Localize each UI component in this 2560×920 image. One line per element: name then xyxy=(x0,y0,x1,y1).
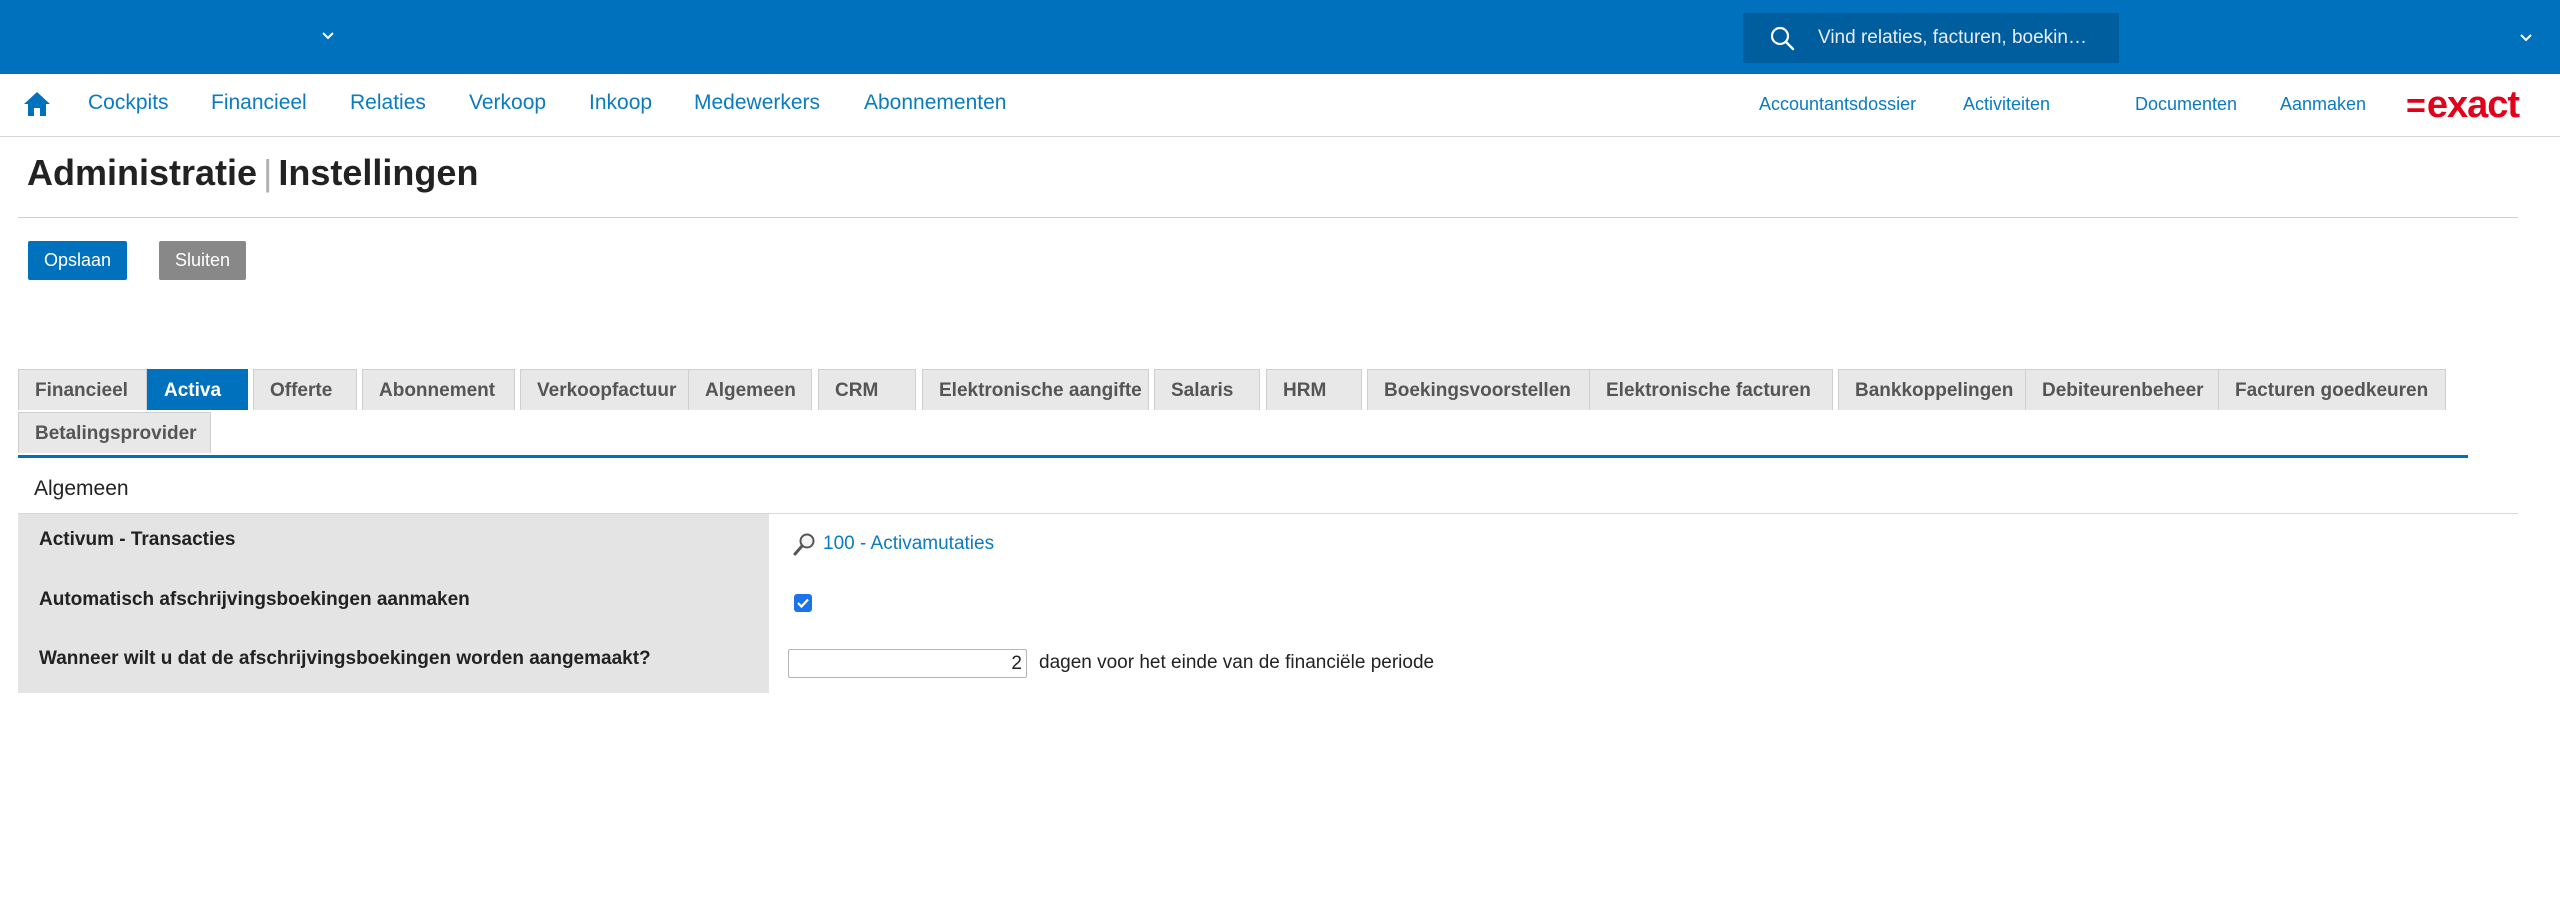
main-menu-bar: Cockpits Financieel Relaties Verkoop Ink… xyxy=(0,74,2560,137)
tab-salaris[interactable]: Salaris xyxy=(1154,369,1260,410)
save-button[interactable]: Opslaan xyxy=(28,241,128,280)
tab-elektronische-facturen[interactable]: Elektronische facturen xyxy=(1589,369,1833,410)
journal-label: Activum - Transacties xyxy=(39,529,236,550)
tab-verkoopfactuur[interactable]: Verkoopfactuur xyxy=(520,369,703,410)
days-suffix: dagen voor het einde van de financiële p… xyxy=(1039,652,1435,673)
menu-item-aanmaken[interactable]: Aanmaken xyxy=(2280,94,2366,115)
menu-item-verkoop[interactable]: Verkoop xyxy=(469,91,546,115)
tab-betalingsprovider[interactable]: Betalingsprovider xyxy=(18,412,211,453)
tab-debiteurenbeheer[interactable]: Debiteurenbeheer xyxy=(2025,369,2230,410)
tab-facturen-goedkeuren[interactable]: Facturen goedkeuren xyxy=(2218,369,2446,410)
section-title: Algemeen xyxy=(34,477,129,500)
menu-item-cockpits[interactable]: Cockpits xyxy=(88,91,169,115)
page-title: Administratie | Instellingen xyxy=(27,152,478,194)
title-separator: | xyxy=(263,152,273,193)
menu-item-accountantsdossier[interactable]: Accountantsdossier xyxy=(1759,94,1916,115)
chevron-down-icon[interactable] xyxy=(2516,28,2536,48)
menu-item-documenten[interactable]: Documenten xyxy=(2135,94,2237,115)
tab-activa[interactable]: Activa xyxy=(147,369,248,410)
menu-item-medewerkers[interactable]: Medewerkers xyxy=(694,91,820,115)
tab-boekingsvoorstellen[interactable]: Boekingsvoorstellen xyxy=(1367,369,1603,410)
global-search[interactable]: Vind relaties, facturen, boekin… xyxy=(1743,13,2119,63)
magnifier-icon[interactable] xyxy=(792,531,818,557)
divider xyxy=(18,217,2518,218)
tab-offerte[interactable]: Offerte xyxy=(253,369,357,410)
auto-depreciation-checkbox[interactable] xyxy=(794,594,812,612)
tabs-underline xyxy=(18,455,2468,458)
journal-link[interactable]: 100 - Activamutaties xyxy=(823,533,994,555)
timing-label: Wanneer wilt u dat de afschrijvingsboeki… xyxy=(39,648,651,669)
search-icon xyxy=(1769,25,1795,51)
menu-item-relaties[interactable]: Relaties xyxy=(350,91,426,115)
tab-abonnement[interactable]: Abonnement xyxy=(362,369,515,410)
menu-item-financieel[interactable]: Financieel xyxy=(211,91,307,115)
tab-hrm[interactable]: HRM xyxy=(1266,369,1362,410)
top-bar: Vind relaties, facturen, boekin… xyxy=(0,0,2560,74)
page-title-sub: Instellingen xyxy=(278,152,479,193)
days-input[interactable] xyxy=(788,649,1027,678)
home-icon[interactable] xyxy=(22,90,52,118)
chevron-down-icon[interactable] xyxy=(318,26,338,46)
tab-financieel[interactable]: Financieel xyxy=(18,369,147,410)
exact-logo[interactable]: =exact xyxy=(2406,84,2520,127)
menu-item-inkoop[interactable]: Inkoop xyxy=(589,91,652,115)
tab-bankkoppelingen[interactable]: Bankkoppelingen xyxy=(1838,369,2040,410)
tab-algemeen[interactable]: Algemeen xyxy=(688,369,812,410)
auto-depreciation-label: Automatisch afschrijvingsboekingen aanma… xyxy=(39,589,470,610)
menu-item-abonnementen[interactable]: Abonnementen xyxy=(864,91,1006,115)
page-title-main: Administratie xyxy=(27,152,258,193)
menu-item-activiteiten[interactable]: Activiteiten xyxy=(1963,94,2050,115)
tab-elektronische-aangifte[interactable]: Elektronische aangifte xyxy=(922,369,1149,410)
close-button[interactable]: Sluiten xyxy=(159,241,247,280)
search-input[interactable]: Vind relaties, facturen, boekin… xyxy=(1818,27,2087,49)
tab-crm[interactable]: CRM xyxy=(818,369,916,410)
